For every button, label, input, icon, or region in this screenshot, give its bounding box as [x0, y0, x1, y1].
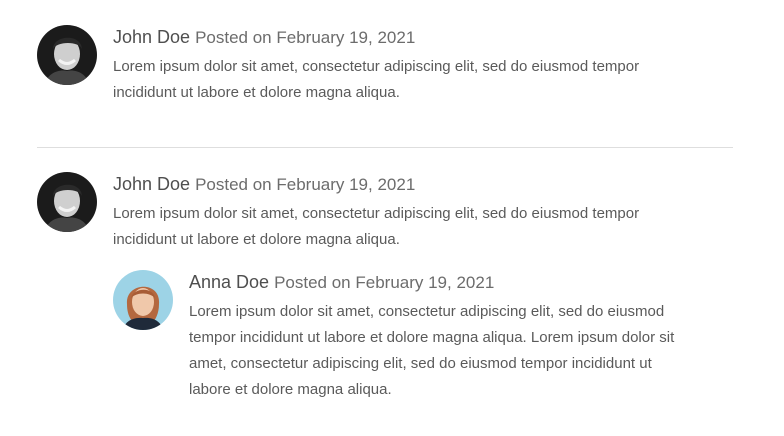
comment: John Doe Posted on February 19, 2021 Lor… [37, 25, 639, 106]
john-avatar-image [37, 25, 97, 85]
comment-author: John Doe [113, 27, 191, 47]
comment-text-line: tempor incididunt ut labore et dolore ma… [189, 329, 675, 346]
john-avatar-image [37, 172, 97, 232]
comment-text-line: Lorem ipsum dolor sit amet, consectetur … [113, 205, 640, 222]
comment-date: Posted on February 19, 2021 [195, 28, 416, 47]
comment-author: John Doe [113, 174, 191, 194]
comment-date: Posted on February 19, 2021 [274, 273, 495, 292]
avatar[interactable] [37, 25, 97, 85]
comment: John Doe Posted on February 19, 2021 Lor… [37, 172, 639, 253]
reply-comment: Anna Doe Posted on February 19, 2021 Lor… [113, 270, 674, 403]
avatar[interactable] [37, 172, 97, 232]
avatar[interactable] [113, 270, 173, 330]
comment-text-line: Lorem ipsum dolor sit amet, consectetur … [189, 303, 665, 320]
comment-text-line: Lorem ipsum dolor sit amet, consectetur … [113, 58, 640, 75]
comment-author: Anna Doe [189, 272, 270, 292]
comment-text-line: amet, consectetur adipiscing elit, sed d… [189, 355, 652, 372]
comment-text-line: incididunt ut labore et dolore magna ali… [113, 231, 400, 248]
comment-text-line: labore et dolore magna aliqua. [189, 381, 392, 398]
comment-text-line: incididunt ut labore et dolore magna ali… [113, 84, 400, 101]
anna-avatar-image [113, 270, 173, 330]
comment-date: Posted on February 19, 2021 [195, 175, 416, 194]
comment-divider [37, 147, 733, 148]
